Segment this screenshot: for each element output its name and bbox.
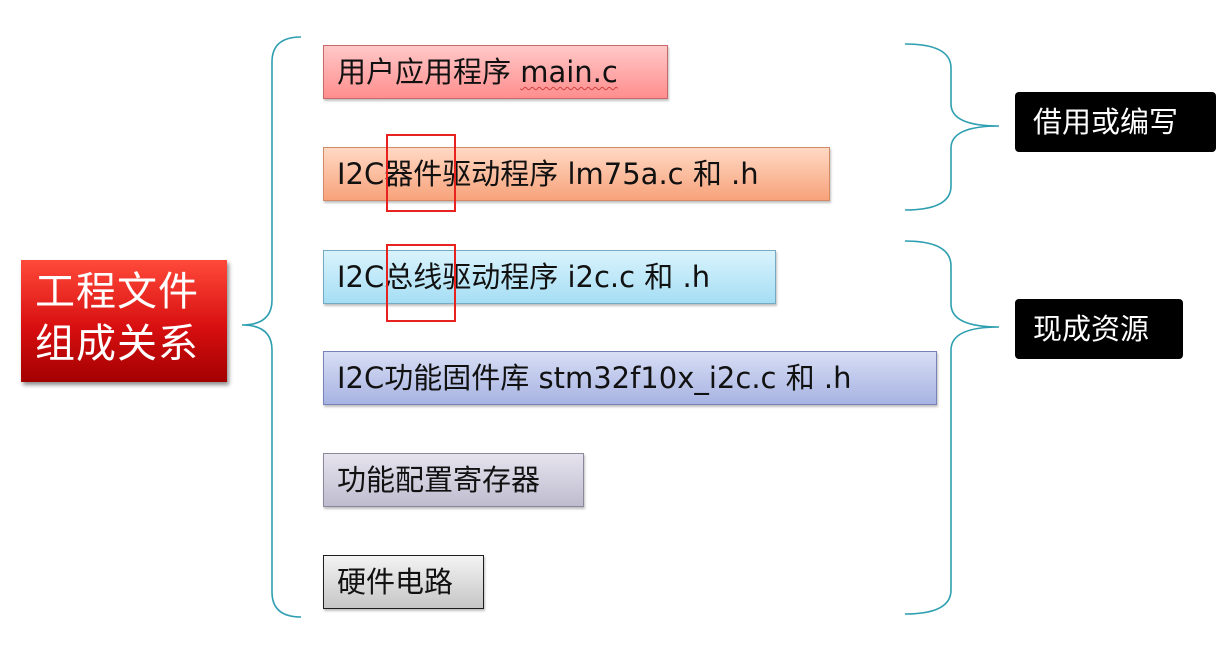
tag-existing-resources: 现成资源: [1015, 299, 1183, 359]
right-brace-top: [904, 43, 1000, 211]
layer-firmware-library: I2C功能固件库 stm32f10x_i2c.c 和 .h: [323, 351, 937, 405]
highlight-frame-bus: [386, 244, 456, 322]
title-line-1: 工程文件: [35, 269, 199, 315]
layer-hardware-circuit: 硬件电路: [323, 555, 484, 609]
layer-1-file: main.c: [520, 55, 618, 89]
layer-user-application: 用户应用程序 main.c: [323, 45, 668, 99]
layer-config-registers: 功能配置寄存器: [323, 453, 584, 507]
project-file-diagram: 工程文件 组成关系 用户应用程序 main.c I2C器件驱动程序 lm75a.…: [0, 0, 1226, 647]
layer-1-prefix: 用户应用程序: [337, 55, 521, 89]
right-brace-bottom: [904, 240, 1000, 615]
left-brace: [241, 36, 302, 618]
title-line-2: 组成关系: [35, 321, 199, 367]
diagram-title-box: 工程文件 组成关系: [21, 260, 227, 382]
tag-borrow-or-write: 借用或编写: [1015, 92, 1216, 152]
highlight-frame-device: [386, 134, 456, 212]
